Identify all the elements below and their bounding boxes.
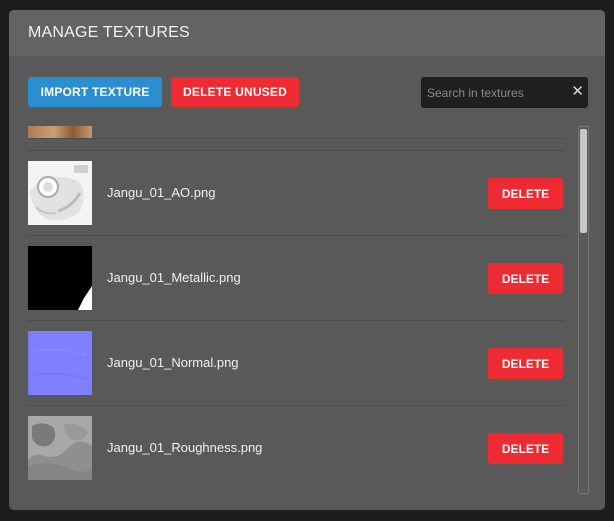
scrollbar-thumb[interactable] bbox=[580, 129, 587, 233]
texture-row: Jangu_01_Metallic.png DELETE bbox=[28, 235, 564, 320]
manage-textures-dialog: MANAGE TEXTURES IMPORT TEXTURE DELETE UN… bbox=[9, 10, 605, 510]
search-input[interactable] bbox=[421, 84, 569, 101]
texture-thumbnail bbox=[28, 331, 92, 395]
texture-name: Jangu_01_Metallic.png bbox=[107, 270, 241, 285]
delete-texture-button[interactable]: DELETE bbox=[488, 263, 563, 294]
texture-thumbnail bbox=[28, 161, 92, 225]
texture-row: Jangu_01_AO.png DELETE bbox=[28, 150, 564, 235]
texture-row: Jangu_01_Roughness.png DELETE bbox=[28, 405, 564, 490]
scrollbar[interactable] bbox=[578, 126, 589, 494]
delete-texture-button[interactable]: DELETE bbox=[488, 178, 563, 209]
delete-unused-button[interactable]: DELETE UNUSED bbox=[171, 77, 299, 107]
texture-thumbnail bbox=[28, 416, 92, 480]
toolbar: IMPORT TEXTURE DELETE UNUSED ✕ bbox=[9, 56, 605, 126]
delete-texture-button[interactable]: DELETE bbox=[488, 433, 563, 464]
close-icon[interactable]: ✕ bbox=[571, 82, 584, 102]
search-box: ✕ bbox=[421, 77, 588, 108]
delete-texture-button[interactable]: DELETE bbox=[488, 348, 563, 379]
texture-name: Jangu_01_Roughness.png bbox=[107, 440, 263, 455]
dialog-header: MANAGE TEXTURES bbox=[9, 10, 605, 56]
import-texture-button[interactable]: IMPORT TEXTURE bbox=[28, 77, 162, 107]
texture-row: Jangu_01_Normal.png DELETE bbox=[28, 320, 564, 405]
texture-name: Jangu_01_Normal.png bbox=[107, 355, 239, 370]
texture-list[interactable]: Jangu_01_AO.png DELETE Jangu_01_Metallic… bbox=[9, 126, 605, 502]
texture-name: Jangu_01_AO.png bbox=[107, 185, 216, 200]
dialog-title: MANAGE TEXTURES bbox=[28, 24, 190, 41]
texture-thumbnail bbox=[28, 246, 92, 310]
row-divider bbox=[28, 138, 564, 139]
